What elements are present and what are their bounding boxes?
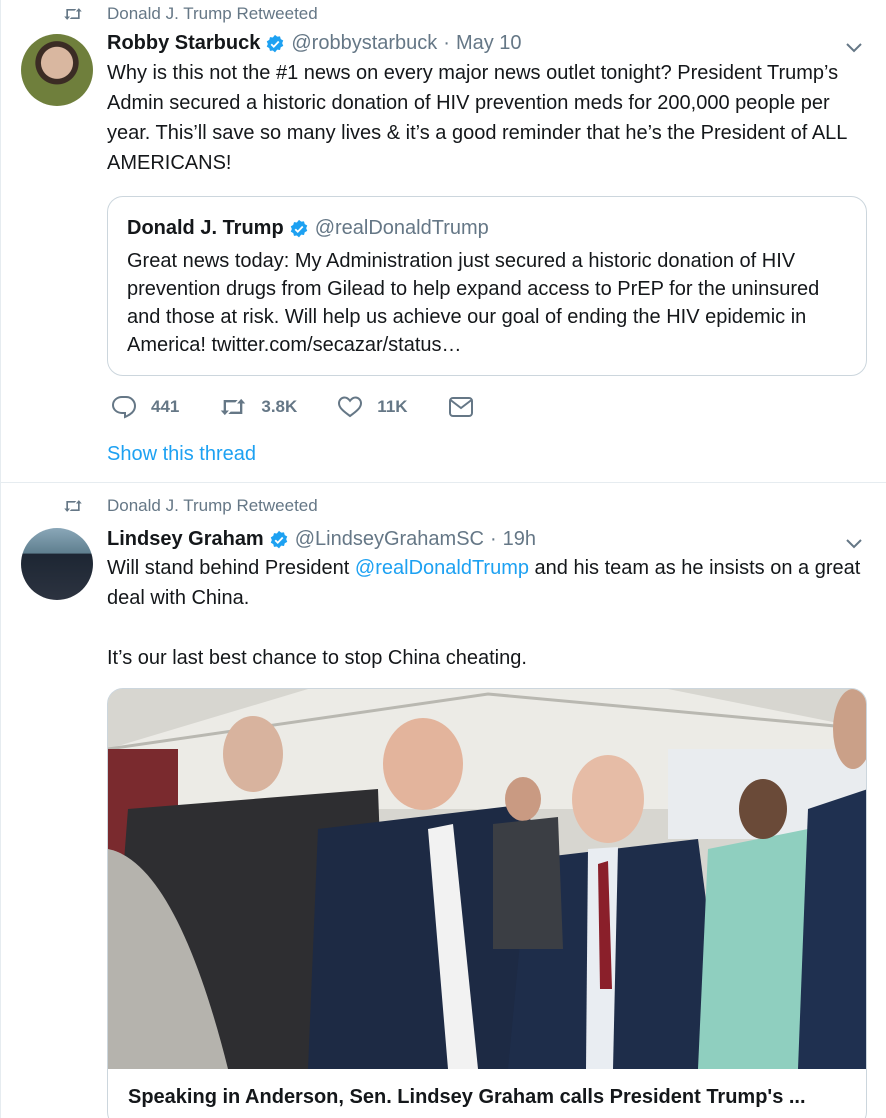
retweet-context[interactable]: Donald J. Trump Retweeted	[63, 496, 318, 516]
show-thread-link[interactable]: Show this thread	[107, 443, 256, 466]
card-title: Speaking in Anderson, Sen. Lindsey Graha…	[128, 1086, 806, 1108]
quoted-author-name: Donald J. Trump	[127, 217, 284, 239]
retweet-context-label: Donald J. Trump Retweeted	[107, 496, 318, 515]
reply-icon	[111, 395, 137, 419]
verified-badge-icon	[269, 530, 289, 550]
chevron-down-icon[interactable]	[843, 533, 865, 555]
message-icon	[448, 396, 474, 418]
author-handle[interactable]: @robbystarbuck	[291, 32, 437, 55]
tweet-header: Robby Starbuck @robbystarbuck · May 10	[107, 32, 522, 55]
verified-badge-icon	[265, 34, 285, 54]
tweet[interactable]: Donald J. Trump Retweeted Lindsey Graham…	[1, 483, 886, 1118]
link-card[interactable]: Speaking in Anderson, Sen. Lindsey Graha…	[107, 688, 867, 1118]
mention-link[interactable]: @realDonaldTrump	[355, 557, 529, 579]
author-name[interactable]: Lindsey Graham	[107, 528, 264, 551]
quoted-tweet-header: Donald J. Trump @realDonaldTrump	[127, 217, 489, 240]
tweet-actions: 441 3.8K 11K	[111, 395, 528, 419]
author-name[interactable]: Robby Starbuck	[107, 32, 260, 55]
separator-dot: ·	[443, 32, 450, 54]
retweet-button[interactable]: 3.8K	[219, 396, 297, 418]
quoted-tweet-text: Great news today: My Administration just…	[127, 250, 820, 356]
separator-dot: ·	[490, 528, 497, 550]
timeline-feed: Donald J. Trump Retweeted Robby Starbuck…	[0, 0, 886, 1118]
tweet-text-part: Will stand behind President	[107, 557, 355, 579]
like-count: 11K	[377, 397, 408, 416]
retweet-icon	[219, 396, 247, 418]
avatar[interactable]	[21, 34, 93, 106]
tweet-timestamp[interactable]: May 10	[456, 32, 522, 55]
card-photo	[108, 689, 866, 1069]
reply-count: 441	[151, 397, 180, 416]
retweet-context[interactable]: Donald J. Trump Retweeted	[63, 4, 318, 24]
verified-badge-icon	[289, 219, 309, 239]
tweet[interactable]: Donald J. Trump Retweeted Robby Starbuck…	[1, 0, 886, 483]
retweet-context-label: Donald J. Trump Retweeted	[107, 4, 318, 23]
like-button[interactable]: 11K	[337, 395, 408, 419]
direct-message-button[interactable]	[448, 396, 488, 418]
retweet-icon	[63, 498, 93, 514]
avatar[interactable]	[21, 528, 93, 600]
retweet-count: 3.8K	[261, 397, 298, 416]
reply-button[interactable]: 441	[111, 395, 179, 419]
quoted-author-handle: @realDonaldTrump	[314, 217, 489, 239]
quoted-tweet[interactable]: Donald J. Trump @realDonaldTrump Great n…	[107, 196, 867, 376]
author-handle[interactable]: @LindseyGrahamSC	[295, 528, 484, 551]
tweet-header: Lindsey Graham @LindseyGrahamSC · 19h	[107, 528, 536, 551]
heart-icon	[337, 395, 363, 419]
retweet-icon	[63, 6, 93, 22]
tweet-timestamp[interactable]: 19h	[503, 528, 536, 551]
chevron-down-icon[interactable]	[843, 37, 865, 59]
tweet-text: Why is this not the #1 news on every maj…	[107, 62, 847, 174]
tweet-text: Will stand behind President @realDonaldT…	[107, 553, 867, 673]
